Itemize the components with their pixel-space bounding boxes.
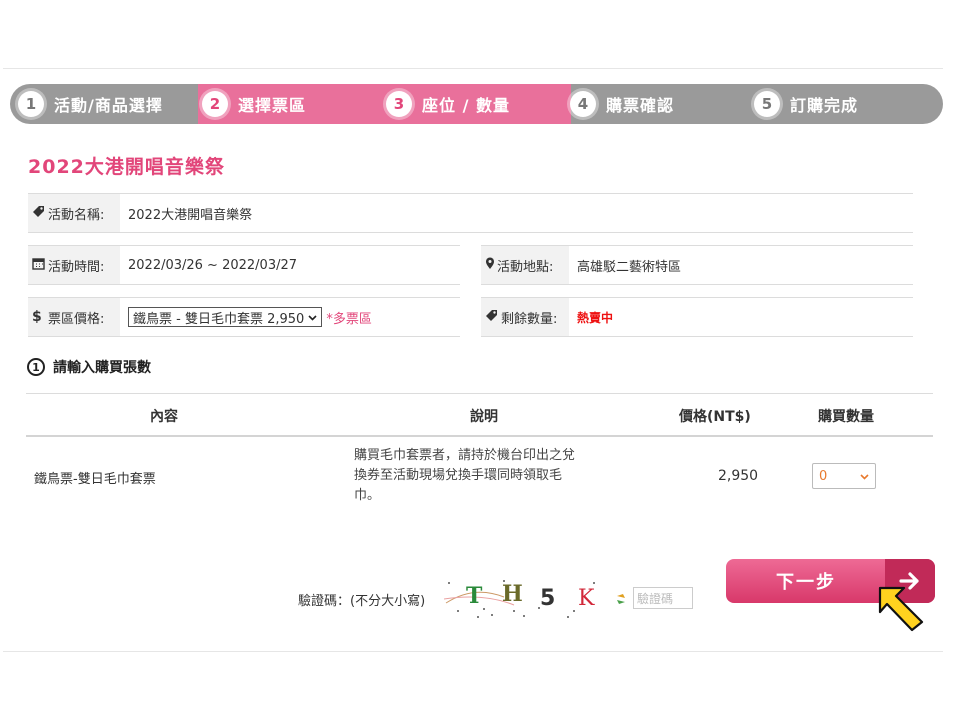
ticket-icon xyxy=(485,309,501,326)
step-number: 2 xyxy=(202,91,228,117)
column-header-content: 內容 xyxy=(150,409,178,425)
captcha-image: T H 5 K xyxy=(443,575,621,621)
step-4: 4 購票確認 xyxy=(570,84,674,124)
quantity-select[interactable]: 0 xyxy=(812,463,876,489)
captcha-input[interactable]: 驗證碼 xyxy=(633,587,693,609)
captcha-char: K xyxy=(578,586,595,611)
ticket-price-label: 票區價格: xyxy=(48,311,105,327)
step-label: 活動/商品選擇 xyxy=(54,96,163,115)
event-time-row: 活動時間: 2022/03/26 ~ 2022/03/27 xyxy=(28,245,460,285)
step-1: 1 活動/商品選擇 xyxy=(18,84,163,124)
step-number: 4 xyxy=(570,91,596,117)
remaining-label: 剩餘數量: xyxy=(501,311,558,327)
row-price: 2,950 xyxy=(718,468,759,484)
event-time-label: 活動時間: xyxy=(48,259,105,275)
table-header: 內容 說明 價格(NT$) 購買數量 xyxy=(26,393,933,437)
ticket-price-selected: 鐵鳥票 - 雙日毛巾套票 2,950 xyxy=(133,311,305,327)
step-number: 1 xyxy=(18,91,44,117)
step-2: 2 選擇票區 xyxy=(202,84,306,124)
step-label: 購票確認 xyxy=(606,96,675,115)
column-header-price: 價格(NT$) xyxy=(679,409,751,425)
remaining-row: 剩餘數量: 熱賣中 xyxy=(481,297,913,337)
row-description: 購買毛巾套票者，請持於機台印出之兌 換券至活動現場兌換手環同時領取毛 巾。 xyxy=(354,446,575,506)
remaining-label-cell: 剩餘數量: xyxy=(481,298,569,336)
step-number: 3 xyxy=(386,91,412,117)
description-line: 換券至活動現場兌換手環同時領取毛 xyxy=(354,468,563,483)
captcha-char: H xyxy=(502,581,523,607)
step-number: 5 xyxy=(754,91,780,117)
step-label: 訂購完成 xyxy=(790,96,859,115)
step-label: 選擇票區 xyxy=(238,96,307,115)
event-name-value: 2022大港開唱音樂祭 xyxy=(128,207,253,223)
ticket-price-row: $ 票區價格: 鐵鳥票 - 雙日毛巾套票 2,950 *多票區 xyxy=(28,297,460,337)
description-line: 購買毛巾套票者，請持於機台印出之兌 xyxy=(354,448,576,463)
event-name-label: 活動名稱: xyxy=(48,207,105,223)
captcha-label: 驗證碼：(不分大小寫) xyxy=(298,594,426,609)
event-place-label-cell: 活動地點: xyxy=(481,246,569,284)
column-header-description: 說明 xyxy=(470,409,498,425)
section-title: 請輸入購買張數 xyxy=(53,360,151,376)
ticket-icon xyxy=(32,205,48,222)
next-step-label: 下一步 xyxy=(776,572,836,593)
remaining-value: 熱賣中 xyxy=(577,310,614,325)
dollar-icon: $ xyxy=(32,309,42,325)
column-header-quantity: 購買數量 xyxy=(818,409,874,425)
ticket-price-select[interactable]: 鐵鳥票 - 雙日毛巾套票 2,950 xyxy=(128,307,323,327)
event-title: 2022大港開唱音樂祭 xyxy=(28,156,225,178)
refresh-captcha-icon[interactable] xyxy=(614,591,628,605)
quantity-value: 0 xyxy=(819,468,828,484)
step-3: 3 座位 / 數量 xyxy=(386,84,510,124)
step-progress-bar: 1 活動/商品選擇 2 選擇票區 3 座位 / 數量 4 購票確認 5 訂購完成 xyxy=(10,84,943,124)
event-place-value: 高雄駁二藝術特區 xyxy=(577,259,682,275)
event-place-label: 活動地點: xyxy=(497,259,554,275)
ticket-price-label-cell: $ 票區價格: xyxy=(28,298,120,336)
event-place-row: 活動地點: 高雄駁二藝術特區 xyxy=(481,245,913,285)
captcha-char: T xyxy=(466,583,483,609)
section-heading: 1 請輸入購買張數 xyxy=(27,357,151,377)
chevron-down-icon xyxy=(860,469,869,484)
step-5: 5 訂購完成 xyxy=(754,84,858,124)
event-name-row: 活動名稱: 2022大港開唱音樂祭 xyxy=(28,193,913,233)
chevron-down-icon xyxy=(308,310,317,325)
table-row: 鐵鳥票-雙日毛巾套票 購買毛巾套票者，請持於機台印出之兌 換券至活動現場兌換手環… xyxy=(26,436,933,516)
row-content: 鐵鳥票-雙日毛巾套票 xyxy=(34,472,156,487)
step-label: 座位 / 數量 xyxy=(422,96,510,115)
multi-zone-note: *多票區 xyxy=(326,311,372,327)
event-name-label-cell: 活動名稱: xyxy=(28,194,120,232)
description-line: 巾。 xyxy=(354,488,381,503)
arrow-cursor-icon xyxy=(876,584,928,634)
event-time-label-cell: 活動時間: xyxy=(28,246,120,284)
section-number-icon: 1 xyxy=(27,358,45,376)
event-time-value: 2022/03/26 ~ 2022/03/27 xyxy=(128,257,298,273)
captcha-char: 5 xyxy=(540,586,555,611)
calendar-icon xyxy=(32,257,48,274)
map-pin-icon xyxy=(485,257,497,274)
